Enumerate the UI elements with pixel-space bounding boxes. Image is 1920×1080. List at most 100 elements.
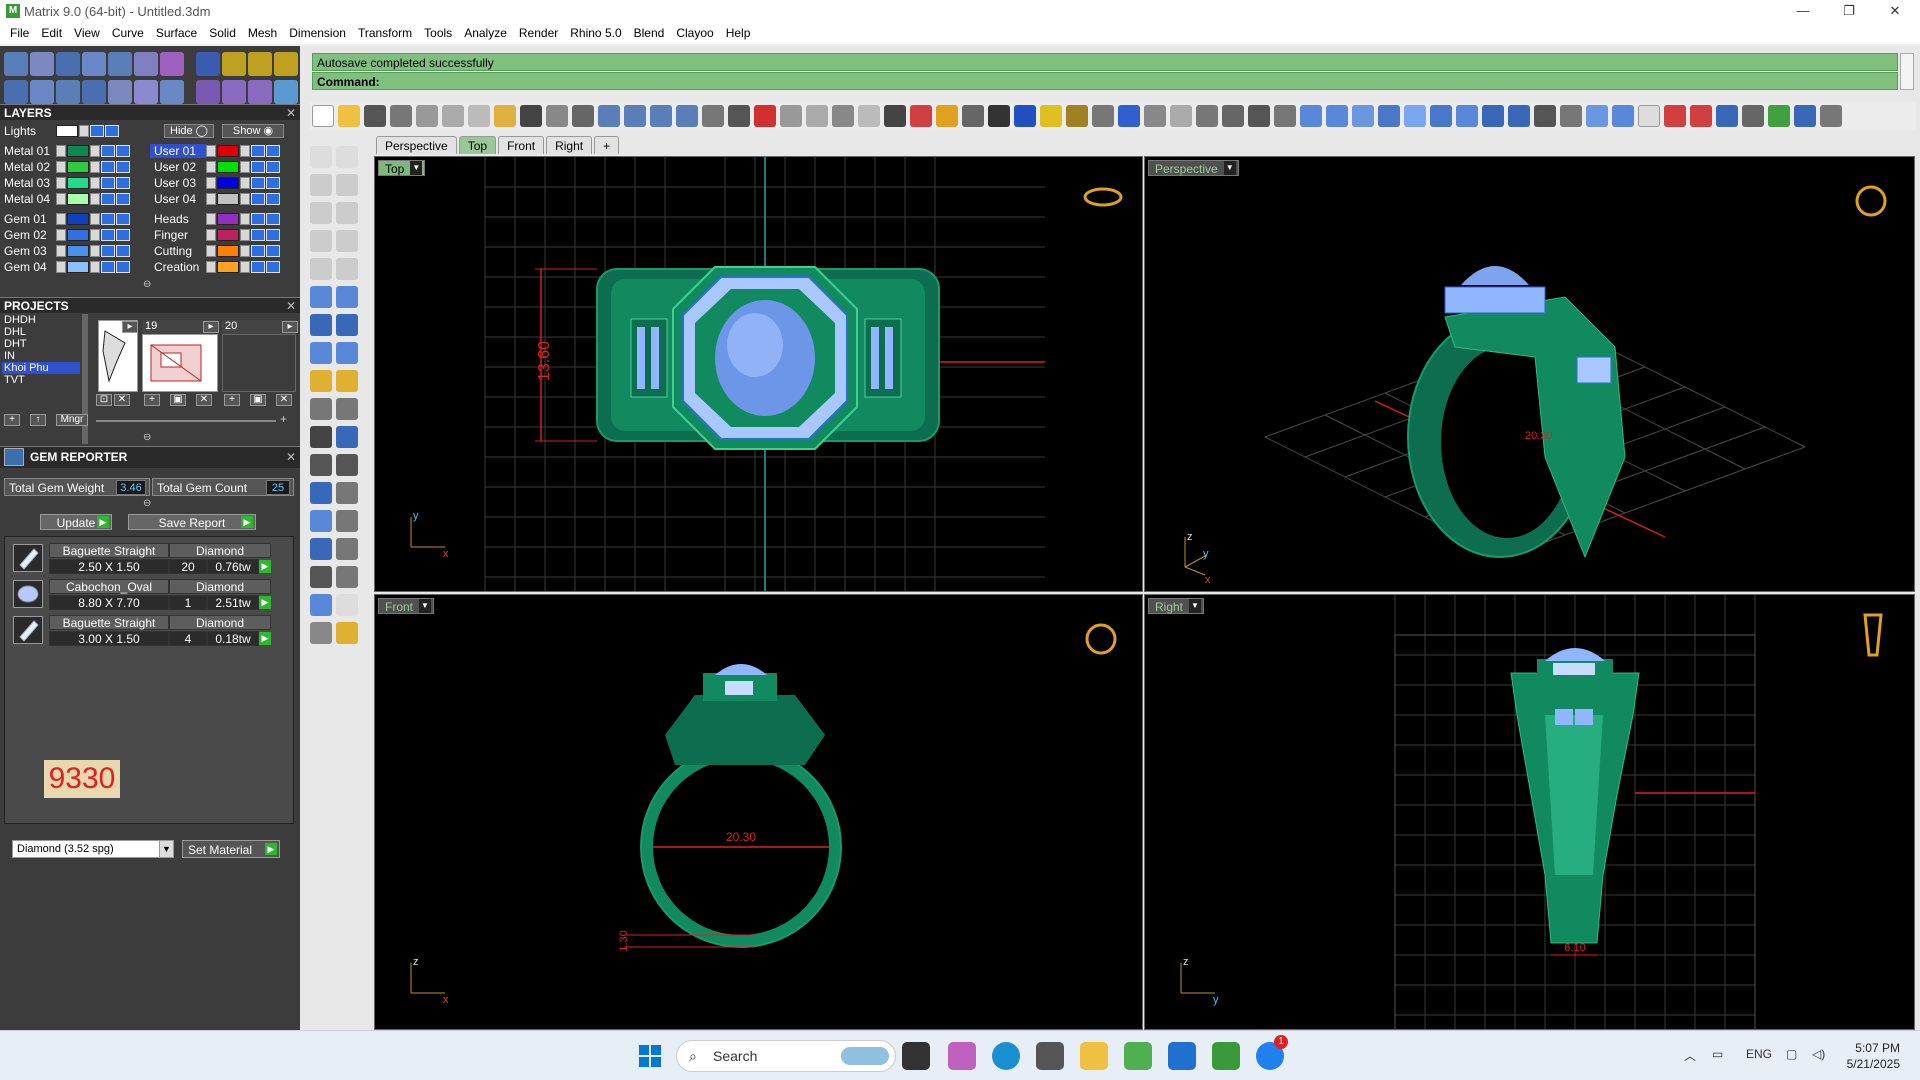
point-icon[interactable]	[336, 146, 358, 168]
color-swatch[interactable]	[217, 144, 239, 157]
close-icon[interactable]: ✕	[286, 298, 296, 314]
visibility-icon[interactable]	[101, 228, 115, 241]
open-icon[interactable]	[82, 52, 106, 76]
layer-row[interactable]: Cutting	[150, 243, 281, 258]
color-swatch[interactable]	[67, 244, 89, 257]
tab-perspective[interactable]: Perspective	[376, 136, 457, 154]
lock-icon[interactable]	[90, 192, 100, 205]
menu-mesh[interactable]: Mesh	[242, 22, 283, 44]
menu-tools[interactable]: Tools	[418, 22, 458, 44]
layer-row[interactable]: Metal 03	[0, 175, 131, 190]
edit-icon[interactable]	[134, 52, 158, 76]
render-icon[interactable]	[310, 538, 332, 560]
join-icon[interactable]	[336, 426, 358, 448]
menu-rhino5[interactable]: Rhino 5.0	[564, 22, 627, 44]
check-icon[interactable]	[336, 594, 358, 616]
split-icon[interactable]	[336, 454, 358, 476]
four-view-icon[interactable]	[728, 105, 750, 127]
clock[interactable]: 5:07 PM 5/21/2025	[1847, 1040, 1900, 1072]
select-gems-button[interactable]: ▶	[259, 632, 271, 645]
lock-icon[interactable]	[240, 176, 250, 189]
menu-surface[interactable]: Surface	[150, 22, 203, 44]
layer-icon[interactable]	[30, 80, 54, 104]
pen-icon[interactable]	[1040, 105, 1062, 127]
spiral-icon[interactable]	[1196, 105, 1218, 127]
measure-icon[interactable]	[1742, 105, 1764, 127]
surface-icon[interactable]	[310, 286, 332, 308]
tab-right[interactable]: Right	[546, 136, 593, 154]
prong-icon[interactable]	[222, 80, 246, 104]
ring-orientation-icon[interactable]	[1855, 185, 1887, 217]
wave-icon[interactable]	[1170, 105, 1192, 127]
visibility-icon[interactable]	[101, 260, 115, 273]
lock-icon[interactable]	[240, 244, 250, 257]
color-swatch[interactable]	[217, 260, 239, 273]
menu-clayoo[interactable]: Clayoo	[670, 22, 719, 44]
draw-icon[interactable]	[1586, 105, 1608, 127]
visibility-icon[interactable]	[251, 228, 265, 241]
copilot-icon[interactable]	[948, 1042, 976, 1070]
arrow-icon[interactable]	[206, 160, 216, 173]
line-icon[interactable]	[1274, 105, 1296, 127]
color-swatch[interactable]	[217, 244, 239, 257]
viewport-label-top[interactable]: Top ▼	[378, 160, 426, 176]
layer-row[interactable]: Finger	[150, 227, 281, 242]
close-button[interactable]: ✕	[1872, 0, 1918, 22]
grid-icon[interactable]	[336, 538, 358, 560]
dimension-icon[interactable]	[1690, 105, 1712, 127]
extrude-icon[interactable]	[336, 286, 358, 308]
transform-icon[interactable]	[310, 370, 332, 392]
layer-row[interactable]: User 03	[150, 175, 281, 190]
lock-icon[interactable]	[90, 160, 100, 173]
grid-icon[interactable]	[4, 80, 28, 104]
drafting-icon[interactable]	[310, 594, 332, 616]
color-swatch[interactable]	[67, 176, 89, 189]
app-icon[interactable]	[1124, 1042, 1152, 1070]
head-icon[interactable]	[248, 52, 272, 76]
polygon-icon[interactable]	[310, 230, 332, 252]
print-icon[interactable]	[390, 105, 412, 127]
arrow-icon[interactable]	[206, 192, 216, 205]
help-icon[interactable]	[1118, 105, 1140, 127]
visibility-icon[interactable]	[266, 176, 280, 189]
visibility-icon[interactable]	[116, 212, 130, 225]
delete-icon[interactable]: ✕	[276, 394, 292, 406]
view-icon[interactable]	[160, 80, 184, 104]
layer-icon[interactable]	[910, 105, 932, 127]
mesh-icon[interactable]	[336, 342, 358, 364]
bezel-icon[interactable]	[248, 80, 272, 104]
material-select[interactable]: Diamond (3.52 spg) ▼	[12, 840, 174, 858]
hide-objects-icon[interactable]	[310, 622, 332, 644]
light-bulb-icon[interactable]	[858, 105, 880, 127]
lock-icon[interactable]	[240, 212, 250, 225]
lock-icon[interactable]	[90, 144, 100, 157]
minimize-button[interactable]: —	[1780, 0, 1826, 22]
layer-row[interactable]: Metal 02	[0, 159, 131, 174]
ring-orientation-icon[interactable]	[1863, 613, 1883, 657]
settings-icon[interactable]	[1820, 105, 1842, 127]
arrow-icon[interactable]	[206, 260, 216, 273]
hierarchy-icon[interactable]	[336, 566, 358, 588]
color-swatch[interactable]	[67, 192, 89, 205]
filter-icon[interactable]	[108, 80, 132, 104]
options-icon[interactable]	[1794, 105, 1816, 127]
project-item[interactable]: DHDH	[2, 314, 80, 326]
arrow-icon[interactable]	[206, 176, 216, 189]
eraser-icon[interactable]	[1638, 105, 1660, 127]
scale-icon[interactable]	[336, 370, 358, 392]
arrow-icon[interactable]	[56, 176, 66, 189]
lock-icon[interactable]	[90, 244, 100, 257]
calculator-icon[interactable]	[1036, 1042, 1064, 1070]
visibility-icon[interactable]	[251, 160, 265, 173]
shaded-icon[interactable]	[962, 105, 984, 127]
tab-front[interactable]: Front	[498, 136, 545, 154]
shank-icon[interactable]	[274, 52, 298, 76]
cross-icon[interactable]	[1664, 105, 1686, 127]
color-swatch[interactable]	[67, 160, 89, 173]
filter-icon[interactable]	[1716, 105, 1738, 127]
plane-icon[interactable]	[1300, 105, 1322, 127]
menu-curve[interactable]: Curve	[106, 22, 150, 44]
layer-row[interactable]: Gem 02	[0, 227, 131, 242]
layer-row[interactable]: Gem 04	[0, 259, 131, 274]
visibility-icon[interactable]	[266, 212, 280, 225]
